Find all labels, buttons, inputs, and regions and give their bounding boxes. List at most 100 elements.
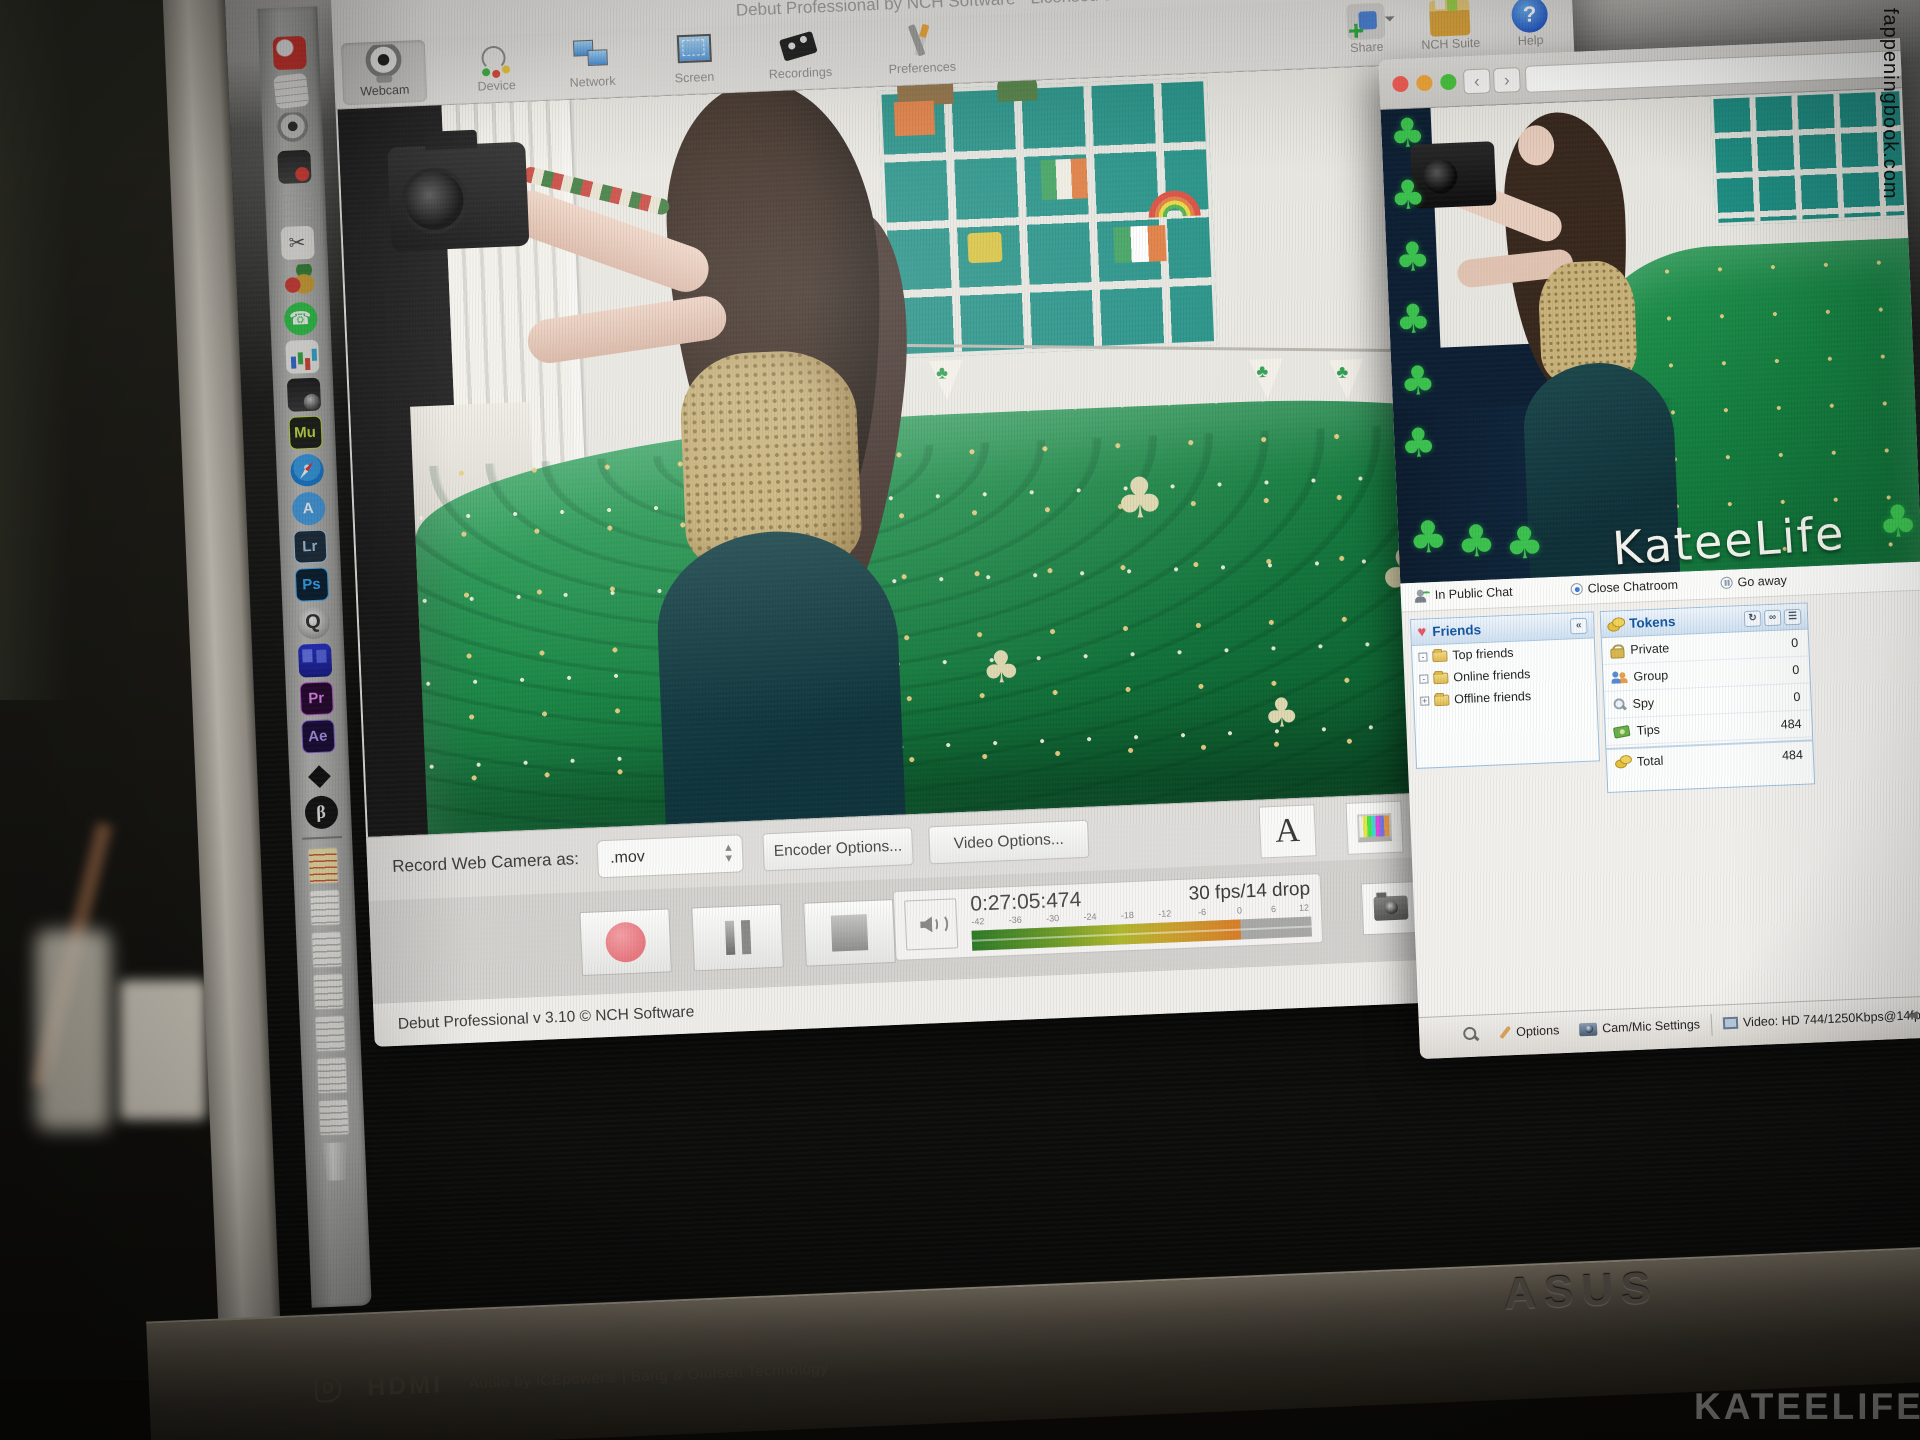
color-bars-button[interactable] bbox=[1345, 801, 1403, 855]
minimize-window-button[interactable] bbox=[1416, 75, 1433, 92]
token-value: 0 bbox=[1793, 690, 1801, 704]
dock-document[interactable] bbox=[315, 1015, 346, 1052]
dock-app-store[interactable]: A bbox=[291, 491, 325, 525]
radio-dot-icon bbox=[1570, 583, 1582, 595]
go-away-control[interactable]: Go away bbox=[1720, 573, 1787, 590]
phone-icon: ☎ bbox=[289, 307, 312, 329]
camera-icon bbox=[1373, 895, 1408, 920]
watermark-side: fappeningbook.com bbox=[1878, 8, 1901, 200]
text-overlay-button[interactable]: A bbox=[1259, 804, 1317, 858]
beta-logo: β bbox=[316, 801, 326, 822]
forward-button[interactable]: › bbox=[1493, 67, 1521, 93]
pause-button[interactable] bbox=[691, 904, 784, 972]
expander-icon[interactable]: - bbox=[1419, 674, 1428, 683]
clover-icon: ♣ bbox=[1456, 515, 1498, 568]
tab-preferences[interactable]: Preferences bbox=[878, 17, 965, 82]
wrench-icon bbox=[1497, 1025, 1512, 1040]
dock-document[interactable] bbox=[307, 847, 338, 884]
dock-adobe-premiere[interactable]: Pr bbox=[299, 681, 333, 715]
dock-beta-app[interactable]: β bbox=[304, 795, 338, 829]
token-value: 0 bbox=[1792, 663, 1800, 677]
dock-charts-app[interactable] bbox=[285, 339, 319, 373]
close-chatroom-control[interactable]: Close Chatroom bbox=[1570, 578, 1678, 596]
snapshot-button[interactable] bbox=[1361, 881, 1421, 935]
dock-adobe-photoshop[interactable]: Ps bbox=[294, 567, 328, 601]
dock-document[interactable] bbox=[313, 973, 344, 1010]
refresh-icon[interactable]: ↻ bbox=[1744, 610, 1762, 627]
clover-icon: ♣ bbox=[1389, 172, 1427, 219]
dock-media-player-red[interactable] bbox=[272, 35, 306, 69]
debut-version-text: Debut Professional v 3.10 © NCH Software bbox=[398, 1003, 695, 1033]
record-icon bbox=[605, 921, 647, 963]
tab-recordings[interactable]: Recordings bbox=[756, 22, 843, 87]
cam-site-window: ‹ › ♣ ♣ ♣ ♣ ♣ bbox=[1378, 38, 1920, 1059]
token-label: Spy bbox=[1632, 696, 1654, 711]
expander-icon[interactable]: - bbox=[1418, 652, 1427, 661]
dock-document[interactable] bbox=[318, 1099, 349, 1136]
zoom-control[interactable] bbox=[1463, 1027, 1479, 1043]
video-quality-readout[interactable]: Video: HD 744/1250Kbps@14fps bbox=[1723, 1008, 1920, 1031]
options-control[interactable]: Options bbox=[1497, 1023, 1560, 1040]
tab-webcam[interactable]: Webcam bbox=[341, 40, 428, 105]
dock-adobe-muse[interactable]: Mu bbox=[288, 415, 322, 449]
dock-screen-recorder-app[interactable] bbox=[277, 149, 311, 183]
friends-item-label: Top friends bbox=[1452, 646, 1514, 663]
video-options-button[interactable]: Video Options... bbox=[928, 820, 1089, 865]
dock-adobe-after-effects[interactable]: Ae bbox=[301, 719, 335, 753]
dock-party-planner-app[interactable] bbox=[282, 263, 316, 297]
token-row-total: Total 484 bbox=[1606, 739, 1813, 775]
expander-icon[interactable]: + bbox=[1420, 696, 1429, 705]
tab-network[interactable]: Network bbox=[549, 31, 636, 96]
format-select[interactable]: .mov ▲▼ bbox=[596, 834, 743, 878]
dock-document[interactable] bbox=[311, 931, 342, 968]
encoder-options-button[interactable]: Encoder Options... bbox=[762, 827, 913, 871]
dock-media-bins-app[interactable] bbox=[297, 643, 331, 677]
dock-clipper-app[interactable]: ✂ bbox=[280, 225, 314, 259]
dock-document[interactable] bbox=[316, 1057, 347, 1094]
dock-calculator-app[interactable] bbox=[278, 187, 312, 221]
coins-icon bbox=[1607, 617, 1624, 632]
unity-logo: ◆ bbox=[308, 757, 331, 791]
mute-button[interactable] bbox=[904, 898, 958, 950]
record-button[interactable] bbox=[579, 908, 672, 976]
clover-icon: ♣ bbox=[1407, 511, 1449, 564]
tab-device[interactable]: Device bbox=[453, 35, 540, 100]
lock-icon bbox=[1610, 644, 1623, 657]
tool-help[interactable]: ? Help bbox=[1492, 0, 1569, 57]
dock-unity[interactable]: ◆ bbox=[302, 757, 336, 791]
cam-mic-settings-control[interactable]: Cam/Mic Settings bbox=[1579, 1017, 1700, 1036]
volume-control[interactable]: Volume bbox=[1909, 1006, 1920, 1023]
back-button[interactable]: ‹ bbox=[1463, 68, 1491, 94]
binoculars-icon[interactable]: ∞ bbox=[1764, 609, 1782, 626]
dock-whatsapp[interactable]: ☎ bbox=[283, 301, 317, 335]
dock-document[interactable] bbox=[309, 889, 340, 926]
photoshop-logo: Ps bbox=[302, 575, 321, 593]
stop-button[interactable] bbox=[803, 899, 896, 967]
dock-trash[interactable] bbox=[320, 1142, 352, 1181]
dock-video-capture-app[interactable] bbox=[286, 377, 320, 411]
collapse-panel-button[interactable]: « bbox=[1570, 617, 1588, 634]
zoom-window-button[interactable] bbox=[1440, 74, 1457, 91]
address-bar[interactable] bbox=[1525, 49, 1920, 93]
tool-nch-suite[interactable]: NCH Suite bbox=[1412, 0, 1489, 60]
tool-share[interactable]: Share bbox=[1328, 0, 1405, 64]
in-public-chat-status[interactable]: In Public Chat bbox=[1415, 585, 1513, 603]
video-quality-label: Video: HD 744/1250Kbps@14fps bbox=[1743, 1008, 1920, 1030]
friends-item-label: Online friends bbox=[1453, 667, 1531, 684]
cassette-icon bbox=[779, 26, 821, 66]
pause-icon bbox=[724, 921, 734, 955]
tab-screen[interactable]: Screen bbox=[651, 27, 738, 92]
dock-adobe-lightroom[interactable]: Lr bbox=[293, 529, 327, 563]
close-window-button[interactable] bbox=[1392, 76, 1409, 93]
after-effects-logo: Ae bbox=[308, 727, 328, 745]
dock-safari[interactable] bbox=[289, 453, 323, 487]
watermark-bottom: KATEELIFE bbox=[1694, 1386, 1920, 1428]
dock-notes-app[interactable] bbox=[272, 72, 308, 108]
fps-readout: 30 fps/14 drop bbox=[1188, 879, 1310, 906]
level-meter-panel: 0:27:05:474 30 fps/14 drop -42 -36 -30 -… bbox=[893, 873, 1324, 961]
list-icon[interactable]: ☰ bbox=[1784, 608, 1802, 625]
webcam-icon bbox=[363, 44, 405, 84]
clover-icon: ♣ bbox=[1400, 420, 1438, 467]
dock-quicktime[interactable]: Q bbox=[296, 605, 330, 639]
dock-webcam-app[interactable] bbox=[275, 111, 309, 145]
